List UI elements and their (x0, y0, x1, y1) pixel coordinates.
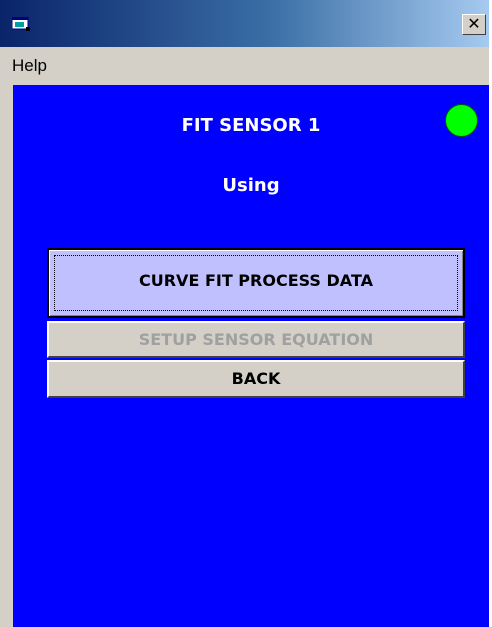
setup-equation-button-label: SETUP SENSOR EQUATION (138, 330, 374, 349)
main-panel: FIT SENSOR 1 Using CURVE FIT PROCESS DAT… (13, 85, 489, 627)
panel-title: FIT SENSOR 1 (181, 115, 321, 136)
curve-fit-button-label: CURVE FIT PROCESS DATA (139, 271, 373, 290)
app-window-icon (12, 17, 30, 31)
menu-bar: Help (0, 47, 489, 85)
close-button[interactable]: ✕ (462, 14, 486, 35)
back-button[interactable]: BACK (47, 360, 465, 398)
menu-item-help[interactable]: Help (12, 56, 47, 76)
status-indicator-icon (445, 104, 478, 137)
curve-fit-process-data-button[interactable]: CURVE FIT PROCESS DATA (47, 248, 465, 318)
title-bar[interactable]: ✕ (0, 0, 489, 47)
setup-sensor-equation-button[interactable]: SETUP SENSOR EQUATION (47, 321, 465, 358)
panel-subtitle: Using (222, 175, 280, 196)
window-left-border (0, 85, 13, 627)
back-button-label: BACK (231, 369, 281, 388)
application-window: ✕ Help FIT SENSOR 1 Using CURVE FIT PROC… (0, 0, 489, 627)
